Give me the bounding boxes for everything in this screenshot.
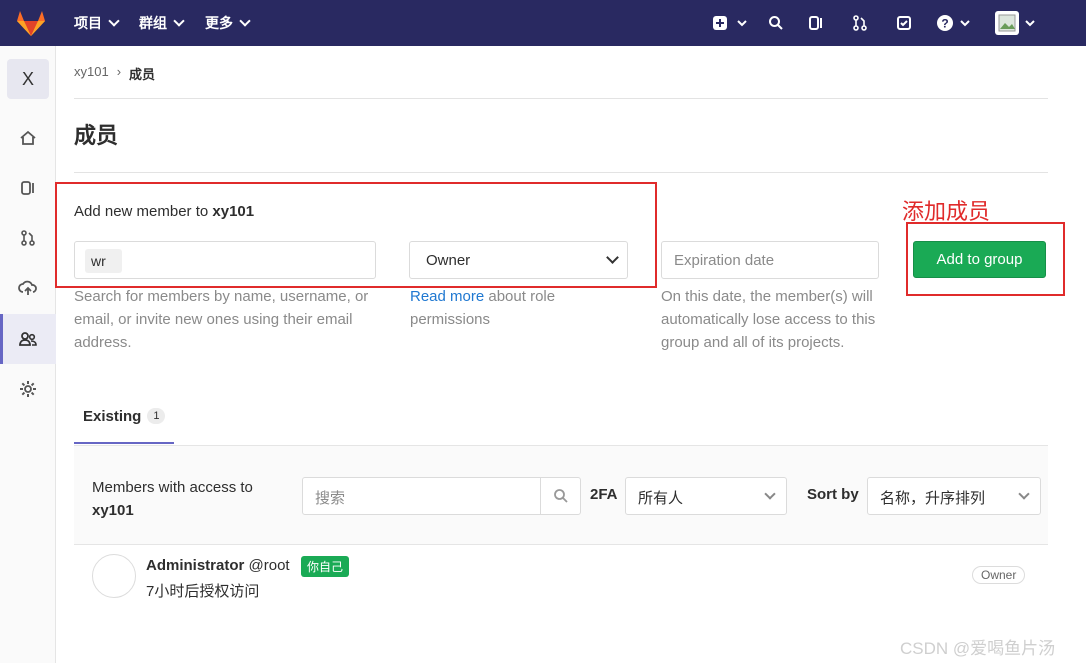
merge-request-icon[interactable] (850, 13, 870, 33)
help-icon[interactable]: ? (935, 13, 955, 33)
todo-icon[interactable] (894, 13, 914, 33)
expiration-date-input[interactable]: Expiration date (661, 241, 879, 279)
home-icon[interactable] (16, 126, 40, 150)
chevron-down-icon[interactable] (732, 13, 752, 33)
nav-projects-label: 项目 (74, 15, 102, 31)
search-icon[interactable] (540, 478, 580, 514)
add-member-title: Add new member to xy101 (74, 203, 254, 220)
twofa-label: 2FA (590, 486, 618, 503)
issues-icon[interactable] (16, 176, 40, 200)
role-help: Read more about role permissions (410, 285, 600, 331)
avatar-icon[interactable] (995, 11, 1019, 35)
chevron-down-icon[interactable] (955, 13, 975, 33)
member-row: Administrator @root 你自己 7小时后授权访问 Owner (74, 546, 1048, 606)
add-member-title-prefix: Add new member to (74, 203, 213, 220)
divider (74, 98, 1048, 99)
read-more-link[interactable]: Read more (410, 288, 484, 305)
members-access-prefix: Members with access to (92, 479, 253, 496)
chevron-down-icon (1018, 488, 1030, 500)
breadcrumb-separator: › (116, 64, 122, 79)
members-access-group: xy101 (92, 502, 134, 519)
plus-square-icon[interactable] (710, 13, 730, 33)
sort-dropdown[interactable]: 名称，升序排列 (867, 477, 1041, 515)
breadcrumb-current[interactable]: 成员 (129, 64, 155, 83)
settings-icon[interactable] (16, 377, 40, 401)
member-access-info: 7小时后授权访问 (146, 583, 260, 600)
svg-text:?: ? (941, 17, 948, 31)
nav-groups[interactable]: 群组 (139, 0, 185, 46)
nav-more-label: 更多 (205, 15, 233, 31)
chevron-down-icon (764, 488, 776, 500)
member-username: @root (248, 557, 290, 574)
tab-existing-count: 1 (147, 408, 166, 424)
divider (74, 172, 1048, 173)
top-navbar: 项目 群组 更多 ? (0, 0, 1086, 46)
member-display-name[interactable]: Administrator (146, 557, 244, 574)
sidebar: X (0, 46, 56, 663)
watermark: CSDN @爱喝鱼片汤 (900, 639, 1056, 658)
sort-dropdown-value: 名称，升序排列 (880, 490, 986, 507)
add-to-group-button[interactable]: Add to group (913, 241, 1046, 278)
sort-by-label: Sort by (807, 486, 859, 503)
member-search-input[interactable]: wr (74, 241, 376, 279)
merge-request-icon[interactable] (16, 226, 40, 250)
member-search-help: Search for members by name, username, or… (74, 288, 369, 351)
role-select[interactable]: Owner (409, 241, 628, 279)
members-icon[interactable] (16, 327, 40, 351)
member-name: Administrator @root (146, 557, 290, 574)
expiration-help: On this date, the member(s) will automat… (661, 288, 876, 351)
breadcrumb: xy101 › 成员 (74, 64, 155, 83)
nav-projects[interactable]: 项目 (74, 0, 120, 46)
add-member-group-name: xy101 (212, 203, 255, 220)
selected-user-token[interactable]: wr (85, 249, 122, 273)
role-badge: Owner (972, 566, 1026, 584)
issues-icon[interactable] (806, 13, 826, 33)
members-filter-bar: Members with access to xy101 搜索 2FA 所有人 … (74, 445, 1048, 545)
chevron-down-icon (108, 15, 120, 27)
project-avatar[interactable]: X (7, 59, 49, 99)
twofa-dropdown[interactable]: 所有人 (625, 477, 787, 515)
chevron-down-icon (606, 251, 619, 264)
breadcrumb-group-link[interactable]: xy101 (74, 64, 109, 83)
avatar[interactable] (92, 554, 136, 598)
chevron-down-icon[interactable] (1020, 13, 1040, 33)
tab-existing[interactable]: Existing 1 (74, 402, 175, 444)
expiration-date-placeholder: Expiration date (674, 252, 775, 269)
nav-groups-label: 群组 (139, 15, 167, 31)
members-search-input[interactable]: 搜索 (302, 477, 581, 515)
chevron-down-icon (173, 15, 185, 27)
annotation-label: 添加成员 (902, 199, 991, 224)
you-badge: 你自己 (301, 556, 350, 577)
members-access-label: Members with access to xy101 (92, 476, 253, 522)
members-search-placeholder: 搜索 (315, 490, 346, 507)
role-select-value: Owner (426, 252, 471, 269)
tab-existing-label: Existing (83, 408, 142, 425)
nav-more[interactable]: 更多 (205, 0, 251, 46)
deploy-icon[interactable] (16, 276, 40, 300)
twofa-dropdown-value: 所有人 (638, 490, 684, 507)
page-title: 成员 (74, 123, 119, 148)
search-icon[interactable] (766, 13, 786, 33)
chevron-down-icon (239, 15, 251, 27)
gitlab-logo[interactable] (16, 10, 46, 36)
